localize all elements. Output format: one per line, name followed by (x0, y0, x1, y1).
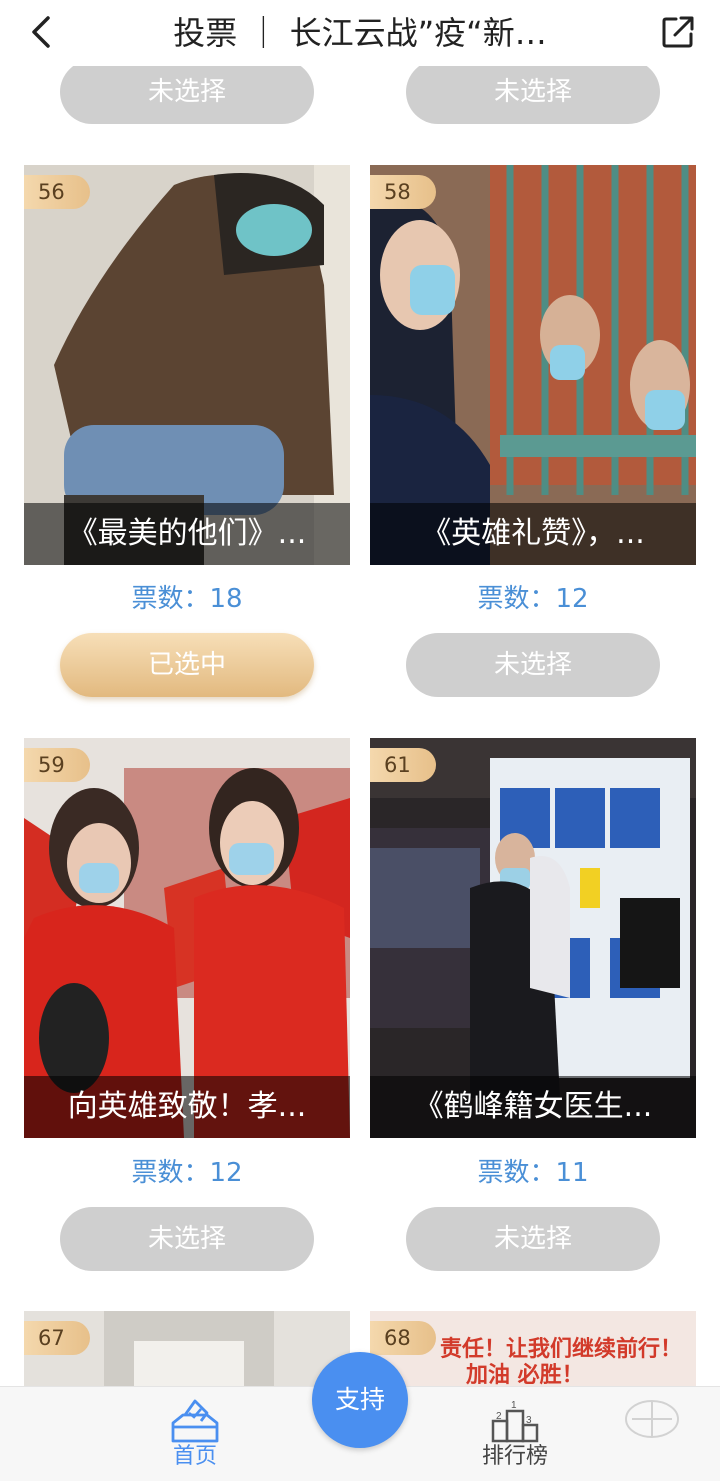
entry-card-61[interactable]: 61 《鹤峰籍女医生... (370, 738, 696, 1138)
entry-card-59[interactable]: 59 向英雄致敬！孝... (24, 738, 350, 1138)
vote-count: 票数：11 (477, 1158, 589, 1188)
entry-card-58[interactable]: 58 《英雄礼赞》，... (370, 165, 696, 565)
entry-number-badge: 59 (24, 748, 90, 782)
vote-count: 票数：12 (477, 584, 589, 614)
svg-text:2: 2 (496, 1411, 502, 1422)
page-title: 投票 ｜ 长江云战”疫“新… (173, 14, 547, 52)
nav-ranking-label: 排行榜 (481, 1444, 548, 1469)
vote-count: 票数：18 (131, 584, 243, 614)
nav-home-label: 首页 (172, 1444, 217, 1469)
entry-card-56[interactable]: 56 《最美的他们》... (24, 165, 350, 565)
support-button[interactable]: 支持 (312, 1352, 408, 1448)
back-button[interactable] (24, 14, 60, 50)
vote-list: 未选择 未选择 56 《最美的他们》... 票数：18 已选中 58 《英雄礼赞… (0, 0, 720, 1480)
select-button[interactable]: 未选择 (406, 60, 660, 124)
ballot-box-icon (171, 1399, 219, 1443)
entry-number-badge: 67 (24, 1321, 90, 1355)
svg-text:3: 3 (526, 1415, 532, 1426)
select-button[interactable]: 未选择 (406, 1207, 660, 1271)
entry-caption: 《英雄礼赞》，... (370, 503, 696, 565)
entry-number-badge: 58 (370, 175, 436, 209)
select-button[interactable]: 未选择 (60, 60, 314, 124)
entry-caption: 《鹤峰籍女医生... (370, 1076, 696, 1138)
podium-icon: 1 2 3 (491, 1400, 539, 1443)
watermark-logo (625, 1400, 679, 1438)
nav-ranking[interactable]: 1 2 3 排行榜 (460, 1391, 570, 1477)
entry-caption: 《最美的他们》... (24, 503, 350, 565)
entry-image-text: 责任！让我们继续前行！ 加油 必胜！ (440, 1337, 683, 1388)
nav-home[interactable]: 首页 (150, 1391, 240, 1477)
entry-number-badge: 68 (370, 1321, 436, 1355)
entry-caption: 向英雄致敬！孝... (24, 1076, 350, 1138)
entry-card-68[interactable]: 68 责任！让我们继续前行！ 加油 必胜！ (370, 1311, 696, 1391)
top-bar: 投票 ｜ 长江云战”疫“新… (0, 0, 720, 66)
select-button[interactable]: 已选中 (60, 633, 314, 697)
share-external-icon (662, 16, 694, 48)
chevron-left-icon (32, 16, 50, 48)
entry-number-badge: 56 (24, 175, 90, 209)
select-button[interactable]: 未选择 (406, 633, 660, 697)
entry-number-badge: 61 (370, 748, 436, 782)
share-button[interactable] (660, 14, 696, 50)
svg-text:1: 1 (511, 1400, 517, 1411)
vote-count: 票数：12 (131, 1158, 243, 1188)
entry-card-67[interactable]: 67 (24, 1311, 350, 1391)
select-button[interactable]: 未选择 (60, 1207, 314, 1271)
